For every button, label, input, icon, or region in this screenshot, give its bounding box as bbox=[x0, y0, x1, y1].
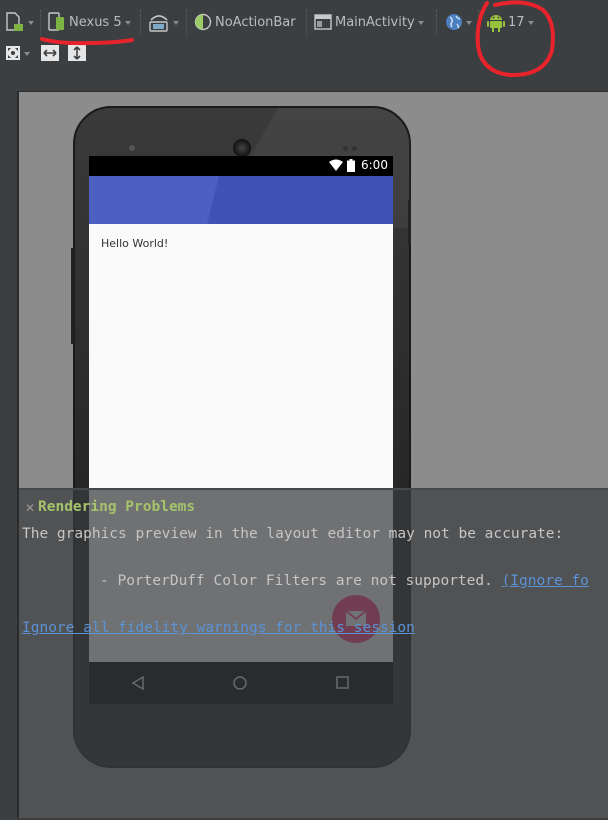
app-bar bbox=[89, 176, 393, 224]
chevron-down-icon bbox=[173, 21, 179, 25]
chevron-down-icon bbox=[527, 21, 534, 25]
status-bar: 6:00 bbox=[89, 156, 393, 176]
volume-button bbox=[71, 248, 74, 344]
power-button bbox=[408, 200, 411, 246]
problem-text: - PorterDuff Color Filters are not suppo… bbox=[100, 573, 493, 589]
chevron-down-icon bbox=[124, 21, 131, 25]
device-name: Nexus 5 bbox=[69, 14, 122, 30]
vertical-resize-icon bbox=[68, 45, 86, 61]
rendering-problem-item: - PorterDuff Color Filters are not suppo… bbox=[100, 573, 589, 589]
api-level: 17 bbox=[508, 14, 525, 30]
zoom-fit-icon bbox=[6, 46, 20, 60]
activity-icon bbox=[314, 14, 332, 30]
design-mode-button[interactable] bbox=[5, 11, 34, 33]
battery-icon bbox=[347, 159, 355, 172]
chevron-down-icon bbox=[28, 21, 34, 25]
hello-world-text[interactable]: Hello World! bbox=[101, 237, 168, 250]
front-camera bbox=[129, 145, 135, 151]
rotate-device-icon bbox=[149, 15, 168, 32]
zoom-menu-button[interactable] bbox=[5, 42, 30, 64]
earpiece-speaker bbox=[233, 139, 251, 157]
chevron-down-icon bbox=[417, 21, 424, 25]
ignore-all-warnings-link[interactable]: Ignore all fidelity warnings for this se… bbox=[22, 620, 415, 636]
status-time: 6:00 bbox=[361, 158, 388, 172]
api-level-selector[interactable]: 17 bbox=[487, 11, 534, 33]
toggle-height-button[interactable] bbox=[68, 42, 86, 64]
rendering-problems-description: The graphics preview in the layout edito… bbox=[22, 526, 564, 542]
theme-selector[interactable]: NoActionBar bbox=[194, 11, 296, 33]
locale-selector[interactable] bbox=[445, 11, 472, 33]
toggle-width-button[interactable] bbox=[41, 42, 59, 64]
globe-icon bbox=[446, 14, 462, 30]
app-bar-highlight bbox=[89, 176, 219, 224]
toolbar-separator bbox=[306, 10, 307, 36]
theme-icon bbox=[194, 13, 212, 31]
design-surface-icon bbox=[6, 12, 23, 31]
activity-selector[interactable]: MainActivity bbox=[314, 11, 424, 33]
device-icon bbox=[48, 12, 64, 31]
ignore-warning-link[interactable]: (Ignore fo bbox=[502, 573, 589, 589]
close-icon[interactable]: ✕ bbox=[25, 501, 35, 515]
layout-editor-toolbar: Nexus 5 NoActionBar MainActivity 17 bbox=[0, 0, 608, 90]
android-icon bbox=[487, 15, 505, 32]
chevron-down-icon bbox=[24, 52, 30, 56]
toolbar-separator bbox=[186, 10, 187, 36]
orientation-selector[interactable] bbox=[148, 11, 179, 33]
toolbar-separator bbox=[40, 10, 41, 36]
horizontal-resize-icon bbox=[41, 45, 59, 61]
toolbar-separator bbox=[478, 10, 479, 36]
toolbar-separator bbox=[140, 10, 141, 36]
device-selector[interactable]: Nexus 5 bbox=[48, 11, 131, 33]
proximity-sensor bbox=[343, 146, 348, 151]
chevron-down-icon bbox=[466, 21, 472, 25]
theme-name: NoActionBar bbox=[215, 14, 296, 30]
toolbar-separator bbox=[436, 10, 437, 36]
rendering-problems-title: Rendering Problems bbox=[38, 499, 196, 515]
rendering-problems-panel: ✕ Rendering Problems The graphics previe… bbox=[19, 488, 608, 820]
wifi-icon bbox=[329, 159, 343, 171]
activity-name: MainActivity bbox=[335, 14, 415, 30]
